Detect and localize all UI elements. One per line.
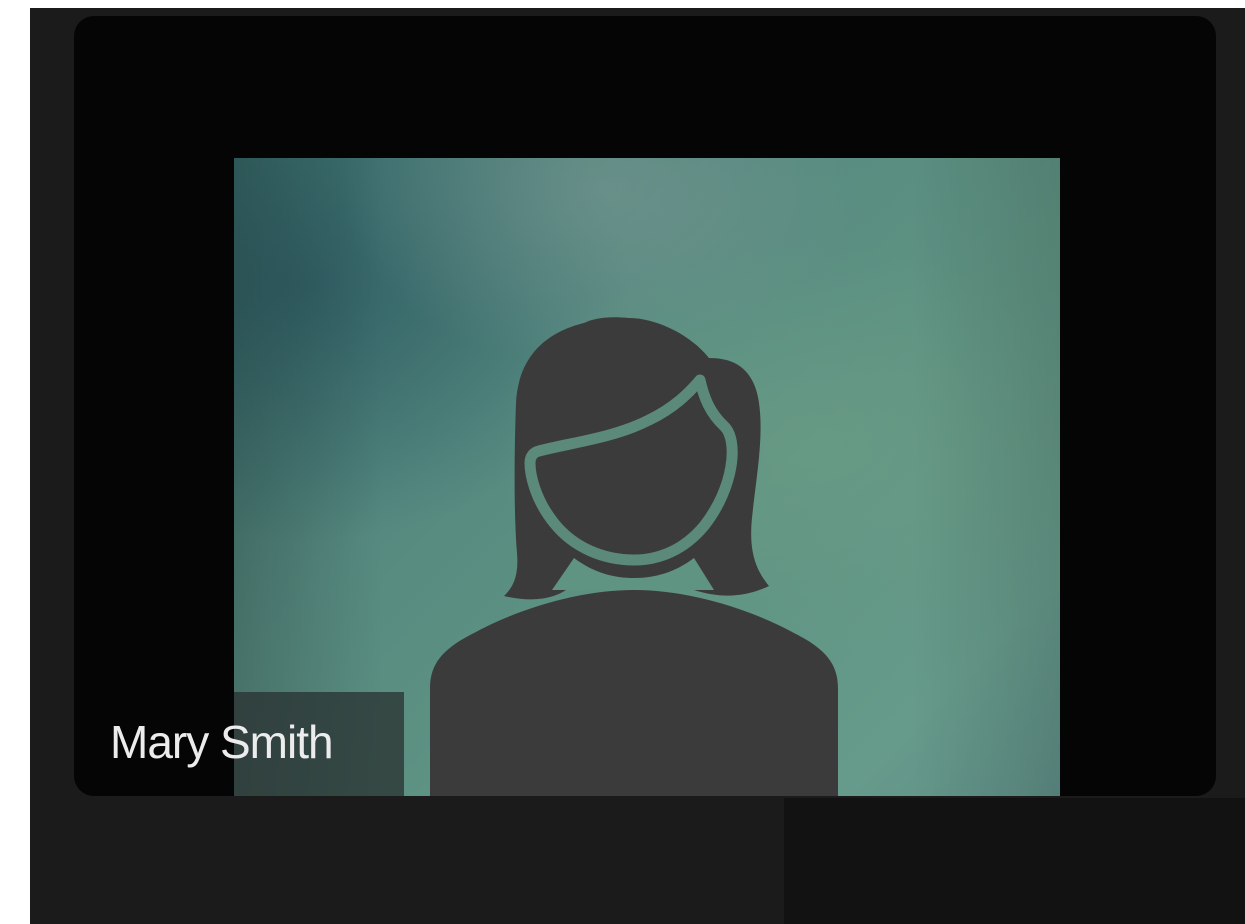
participant-name-plate: Mary Smith (74, 692, 404, 796)
participant-name: Mary Smith (110, 716, 334, 768)
meeting-stage: Mary Smith (30, 8, 1245, 924)
avatar-body (430, 590, 838, 796)
participant-video-tile[interactable]: Mary Smith (74, 16, 1216, 796)
stage-panel-shade (784, 798, 1245, 924)
